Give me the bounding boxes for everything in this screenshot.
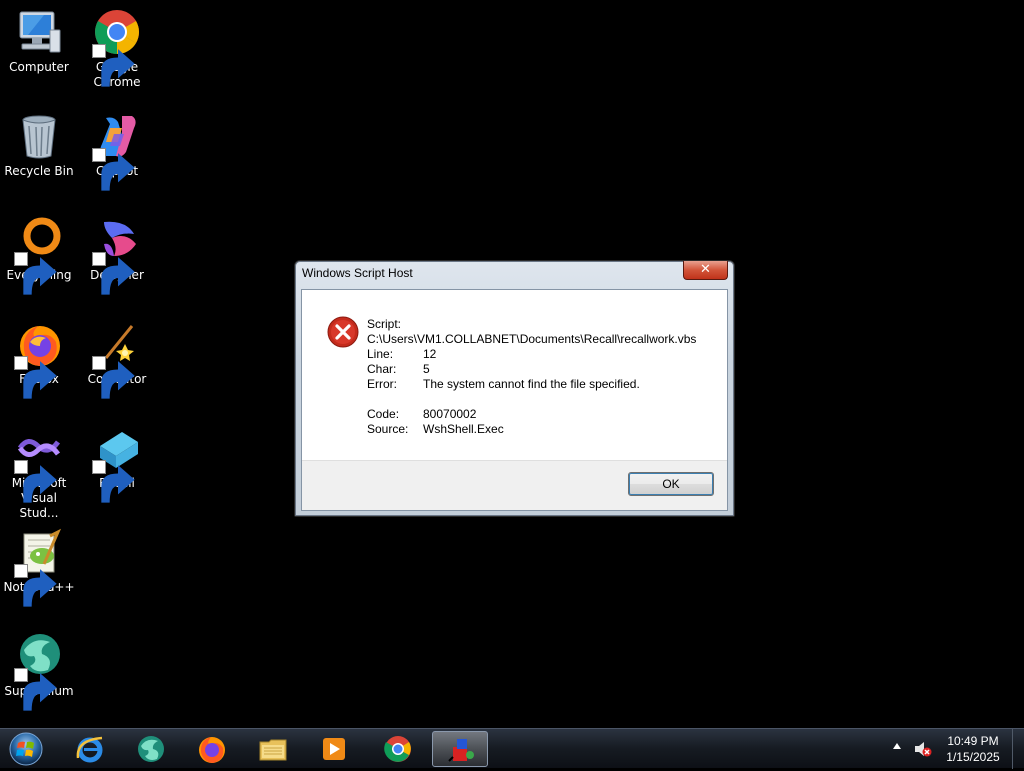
desktop-icon-computer[interactable]: Computer <box>0 8 78 75</box>
script-error-dialog: Windows Script Host ✕ Script: C:\Users\V… <box>294 260 735 517</box>
char-value: 5 <box>423 362 430 376</box>
error-icon <box>327 316 359 348</box>
desktop-icon-cocreator[interactable]: Cocreator <box>78 320 156 399</box>
copilot-icon <box>92 112 142 191</box>
taskbar-media-player[interactable] <box>306 731 362 767</box>
taskbar-file-explorer[interactable] <box>245 731 301 767</box>
dialog-button-bar: OK <box>302 460 727 510</box>
shortcut-arrow-icon <box>14 356 57 399</box>
system-clock[interactable]: 10:49 PM 1/15/2025 <box>940 733 1006 765</box>
dialog-title: Windows Script Host <box>302 266 413 280</box>
shortcut-arrow-icon <box>92 460 135 503</box>
start-button[interactable] <box>6 731 46 767</box>
shortcut-arrow-icon <box>92 356 135 399</box>
desktop-icon-recall[interactable]: Recall <box>78 424 156 503</box>
desktop: Computer Google Chrome <box>0 0 1024 728</box>
shortcut-arrow-icon <box>14 460 57 503</box>
code-value: 80070002 <box>423 407 477 421</box>
close-button[interactable]: ✕ <box>683 261 728 280</box>
recycle-bin-icon <box>14 112 64 162</box>
taskbar-chrome[interactable] <box>370 731 426 767</box>
clock-time: 10:49 PM <box>947 734 999 748</box>
show-desktop-button[interactable] <box>1012 729 1024 769</box>
supermium-icon <box>14 632 64 711</box>
computer-icon <box>14 8 64 58</box>
windows-logo-icon <box>9 732 43 766</box>
source-label: Source: <box>367 422 409 436</box>
script-label: Script: <box>367 317 402 331</box>
firefox-icon <box>199 737 225 763</box>
desktop-icon-visual-studio[interactable]: Microsoft Visual Stud... <box>0 424 78 521</box>
desktop-icon-recycle-bin[interactable]: Recycle Bin <box>0 112 78 179</box>
char-label: Char: <box>367 362 397 376</box>
ok-button[interactable]: OK <box>628 472 714 496</box>
taskbar: 10:49 PM 1/15/2025 <box>0 728 1024 769</box>
desktop-icon-label: Recycle Bin <box>4 164 74 178</box>
taskbar-supermium[interactable] <box>123 731 179 767</box>
shortcut-arrow-icon <box>14 252 57 295</box>
desktop-icon-label: Computer <box>9 60 69 74</box>
desktop-icon-copilot[interactable]: Copilot <box>78 112 156 191</box>
media-player-icon <box>323 738 345 760</box>
error-label: Error: <box>367 377 397 391</box>
shortcut-arrow-icon <box>14 564 57 607</box>
desktop-icon-designer[interactable]: Designer <box>78 216 156 295</box>
everything-icon <box>14 216 64 295</box>
desktop-icon-notepadpp[interactable]: Notepad++ <box>0 528 78 607</box>
file-explorer-icon <box>259 739 287 761</box>
chrome-icon <box>384 736 411 762</box>
firefox-icon <box>14 320 64 399</box>
desktop-icon-google-chrome[interactable]: Google Chrome <box>78 8 156 90</box>
script-host-icon <box>448 739 474 762</box>
designer-icon <box>92 216 142 295</box>
line-value: 12 <box>423 347 437 361</box>
desktop-icon-firefox[interactable]: Firefox <box>0 320 78 399</box>
taskbar-firefox[interactable] <box>184 731 240 767</box>
shortcut-arrow-icon <box>92 148 135 191</box>
notepadpp-icon <box>14 528 64 607</box>
visual-studio-icon <box>14 424 64 503</box>
desktop-icon-supermium[interactable]: Supermium <box>0 632 78 711</box>
line-label: Line: <box>367 347 394 361</box>
dialog-message-area: Script: C:\Users\VM1.COLLABNET\Documents… <box>302 290 727 462</box>
script-path: C:\Users\VM1.COLLABNET\Documents\Recall\… <box>367 332 697 346</box>
shortcut-arrow-icon <box>14 668 57 711</box>
shortcut-arrow-icon <box>92 44 135 87</box>
chrome-icon <box>92 8 142 87</box>
volume-muted-icon[interactable] <box>914 741 932 757</box>
supermium-icon <box>138 736 164 762</box>
code-label: Code: <box>367 407 400 421</box>
shortcut-arrow-icon <box>92 252 135 295</box>
taskbar-script-host[interactable] <box>432 731 488 767</box>
dialog-client-area: Script: C:\Users\VM1.COLLABNET\Documents… <box>301 289 728 511</box>
close-icon: ✕ <box>700 262 711 277</box>
show-hidden-icons-button[interactable] <box>893 743 901 749</box>
desktop-icon-everything[interactable]: Everything <box>0 216 78 295</box>
internet-explorer-icon <box>76 736 103 763</box>
cocreator-icon <box>92 320 142 399</box>
recall-icon <box>92 424 142 503</box>
taskbar-internet-explorer[interactable] <box>62 731 118 767</box>
source-value: WshShell.Exec <box>423 422 504 436</box>
error-value: The system cannot find the file specifie… <box>423 377 640 391</box>
clock-date: 1/15/2025 <box>946 750 1000 764</box>
